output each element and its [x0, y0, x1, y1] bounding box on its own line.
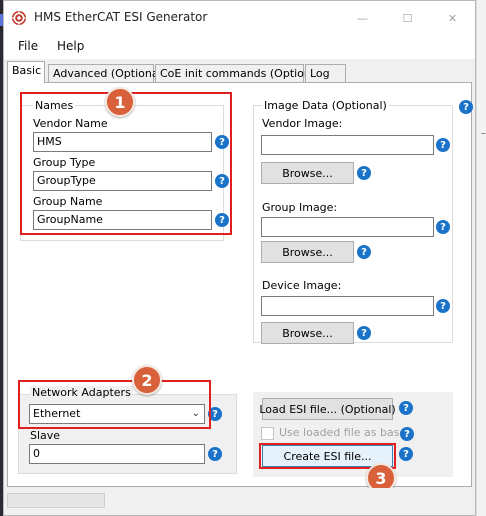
group-browse-help-icon[interactable]: ?: [357, 245, 371, 259]
tab-basic[interactable]: Basic: [7, 61, 45, 83]
load-esi-file-button[interactable]: Load ESI file... (Optional): [259, 398, 396, 420]
device-image-help-icon[interactable]: ?: [436, 299, 450, 313]
slave-input[interactable]: 0: [29, 444, 205, 464]
group-image-help-icon[interactable]: ?: [436, 220, 450, 234]
tab-strip: Basic Advanced (Optional) CoE init comma…: [4, 59, 475, 83]
basic-tab-panel: Names Vendor Name HMS ? Group Type Group…: [7, 82, 473, 493]
menu-bar: File Help: [4, 35, 475, 59]
image-data-group-title: Image Data (Optional): [262, 99, 389, 112]
window-title: HMS EtherCAT ESI Generator: [34, 10, 208, 24]
minimize-icon: —: [357, 11, 368, 25]
tab-log[interactable]: Log: [305, 64, 346, 83]
status-progress-area: [7, 493, 105, 508]
esi-generator-window: HMS EtherCAT ESI Generator — ☐ ✕ File He…: [3, 0, 476, 516]
slave-label: Slave: [30, 429, 61, 442]
image-data-help-icon[interactable]: ?: [459, 100, 473, 114]
vendor-browse-help-icon[interactable]: ?: [357, 166, 371, 180]
menu-help[interactable]: Help: [57, 39, 84, 53]
device-image-input[interactable]: [261, 296, 434, 316]
minimize-button[interactable]: —: [340, 1, 385, 35]
annotation-highlight-2: [18, 380, 211, 429]
group-image-browse-button[interactable]: Browse...: [261, 241, 354, 263]
load-esi-help-icon[interactable]: ?: [399, 401, 413, 415]
create-esi-help-icon[interactable]: ?: [399, 447, 413, 461]
background-scroll-strip: –: [476, 0, 486, 516]
app-gear-icon: [12, 11, 26, 25]
device-browse-help-icon[interactable]: ?: [357, 326, 371, 340]
close-icon: ✕: [447, 11, 458, 25]
use-loaded-file-checkbox[interactable]: [261, 427, 274, 440]
annotation-badge-1: 1: [105, 87, 135, 117]
device-image-label: Device Image:: [262, 279, 342, 292]
tab-advanced[interactable]: Advanced (Optional): [48, 64, 166, 83]
maximize-button[interactable]: ☐: [385, 1, 430, 35]
close-button[interactable]: ✕: [430, 1, 475, 35]
vendor-image-input[interactable]: [261, 135, 434, 155]
menu-file[interactable]: File: [18, 39, 38, 53]
status-bar: [4, 488, 475, 515]
use-loaded-file-label: Use loaded file as base.: [279, 426, 410, 439]
slave-help-icon[interactable]: ?: [208, 447, 222, 461]
group-image-input[interactable]: [261, 217, 434, 237]
vendor-image-help-icon[interactable]: ?: [436, 138, 450, 152]
title-bar: HMS EtherCAT ESI Generator — ☐ ✕: [4, 1, 475, 35]
device-image-browse-button[interactable]: Browse...: [261, 322, 354, 344]
use-loaded-help-icon[interactable]: ?: [400, 427, 414, 441]
maximize-icon: ☐: [402, 11, 413, 25]
tab-coe-init-commands[interactable]: CoE init commands (Optional): [155, 64, 325, 83]
annotation-badge-2: 2: [132, 365, 162, 395]
vendor-image-label: Vendor Image:: [262, 117, 343, 130]
vendor-image-browse-button[interactable]: Browse...: [261, 162, 354, 184]
group-image-label: Group Image:: [262, 201, 338, 214]
